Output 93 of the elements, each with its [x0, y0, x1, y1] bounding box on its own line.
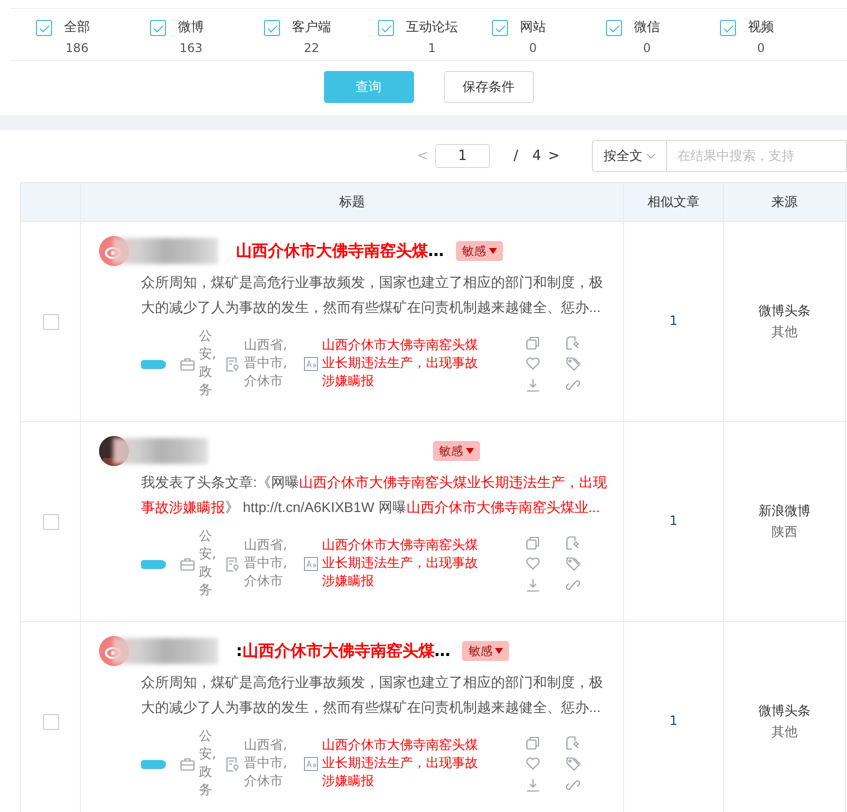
heart-icon[interactable] [526, 357, 540, 370]
filter-count: 0 [643, 40, 651, 57]
similar-count[interactable]: 1 [669, 511, 678, 532]
filter-label: 网站 [520, 19, 546, 37]
filter-label: 视频 [748, 19, 774, 37]
checkbox[interactable] [492, 20, 508, 36]
filter-count: 22 [304, 40, 320, 57]
location-text: 山西省,晋中市,介休市 [244, 737, 288, 791]
source-name: 微博头条 [758, 702, 810, 720]
document-link-icon[interactable] [566, 536, 580, 550]
blurred-tag [141, 360, 166, 368]
document-location-icon [225, 556, 240, 572]
column-header: 标题 [339, 194, 365, 211]
column-header: 来源 [772, 194, 798, 211]
tag-icon[interactable] [566, 757, 581, 771]
filter-count: 0 [757, 40, 765, 57]
total-pages: 4 [532, 148, 542, 164]
filter-label: 客户端 [292, 19, 331, 37]
document-link-icon[interactable] [566, 736, 580, 750]
link-icon[interactable] [566, 578, 580, 592]
column-header: 相似文章 [648, 194, 700, 211]
download-icon[interactable] [526, 378, 540, 392]
font-icon [304, 357, 318, 371]
filter-label: 全部 [64, 19, 90, 37]
industry-text: 公安,政务 [199, 528, 213, 600]
sensitivity-tag[interactable]: 敏感 [462, 641, 510, 661]
filter-label: 互动论坛 [406, 19, 458, 37]
source-name: 新浪微博 [758, 502, 810, 520]
checkbox[interactable] [42, 714, 58, 730]
filter-count: 1 [428, 40, 436, 57]
briefcase-icon [180, 758, 195, 770]
sensitivity-tag[interactable]: 敏感 [456, 241, 503, 261]
filter-count: 186 [66, 40, 88, 57]
article-snippet: 我发表了头条文章:《网曝山西介休市大佛寺南窑头煤业长期违法生产，出现事故涉嫌瞒报》 http://t.cn/A6KIXB1W 网曝山西介休市大佛寺南窑头煤业... [141, 473, 608, 517]
link-icon[interactable] [566, 378, 580, 392]
caret-icon [466, 448, 474, 454]
keyword-text: 山西介休市大佛寺南窑头煤业长期违法生产，出现事故涉嫌瞒报 [322, 537, 479, 591]
font-icon [304, 757, 318, 771]
checkbox[interactable] [36, 20, 52, 36]
caret-icon [495, 648, 504, 654]
similar-count[interactable]: 1 [669, 311, 678, 332]
link-icon[interactable] [566, 778, 580, 792]
source-name: 微博头条 [758, 302, 810, 320]
next-page-button[interactable]: > [541, 148, 566, 164]
checkbox[interactable] [42, 514, 58, 530]
heart-icon[interactable] [526, 557, 540, 570]
industry-text: 公安,政务 [199, 328, 213, 400]
filter-count: 163 [180, 40, 202, 57]
blurred-tag [141, 760, 166, 768]
location-text: 山西省,晋中市,介休市 [244, 337, 288, 391]
keyword-text: 山西介休市大佛寺南窑头煤业长期违法生产，出现事故涉嫌瞒报 [322, 737, 479, 791]
copy-icon[interactable] [526, 736, 540, 750]
checkbox[interactable] [720, 20, 736, 36]
filter-count: 0 [529, 40, 537, 57]
source-region: 其他 [772, 324, 798, 342]
industry-text: 公安,政务 [199, 728, 213, 800]
chevron-icon [646, 153, 656, 159]
tag-icon[interactable] [566, 557, 581, 571]
caret-icon [489, 248, 497, 254]
save-conditions-button[interactable]: 保存条件 [444, 71, 534, 103]
checkbox[interactable] [42, 314, 58, 330]
document-location-icon [225, 356, 240, 372]
filter-label: 微博 [178, 19, 204, 37]
article-title[interactable]: :山西介休市大佛寺南窑头煤… [236, 640, 450, 662]
sensitivity-tag[interactable]: 敏感 [433, 441, 480, 461]
article-snippet: 众所周知，煤矿是高危行业事故频发，国家也建立了相应的部门和制度，极大的减少了人为事故的发生，然而有些煤矿在问责机制越来越健全、惩办... [141, 273, 604, 317]
keyword-text: 山西介休市大佛寺南窑头煤业长期违法生产，出现事故涉嫌瞒报 [322, 337, 479, 391]
document-link-icon[interactable] [566, 336, 580, 350]
blurred-tag [141, 560, 166, 568]
article-title[interactable]: 山西介休市大佛寺南窑头煤… [236, 240, 444, 262]
checkbox[interactable] [378, 20, 394, 36]
font-icon [304, 557, 318, 571]
copy-icon[interactable] [526, 536, 540, 550]
similar-count[interactable]: 1 [669, 711, 678, 732]
article-snippet: 众所周知，煤矿是高危行业事故频发，国家也建立了相应的部门和制度，极大的减少了人为事故的发生，然而有些煤矿在问责机制越来越健全、惩办... [141, 673, 604, 717]
copy-icon[interactable] [526, 336, 540, 350]
location-text: 山西省,晋中市,介休市 [244, 537, 288, 591]
page-separator: / [514, 148, 518, 164]
heart-icon[interactable] [526, 757, 540, 770]
filter-label: 微信 [634, 19, 660, 37]
briefcase-icon [180, 358, 195, 370]
checkbox[interactable] [264, 20, 280, 36]
source-region: 其他 [772, 724, 798, 742]
search-scope-dropdown[interactable]: 按全文 [592, 140, 668, 172]
checkbox[interactable] [606, 20, 622, 36]
source-region: 陕西 [772, 524, 798, 542]
download-icon[interactable] [526, 778, 540, 792]
page-input[interactable]: 1 [435, 144, 490, 168]
briefcase-icon [180, 558, 195, 570]
download-icon[interactable] [526, 578, 540, 592]
document-location-icon [225, 756, 240, 772]
checkbox[interactable] [150, 20, 166, 36]
tag-icon[interactable] [566, 357, 581, 371]
